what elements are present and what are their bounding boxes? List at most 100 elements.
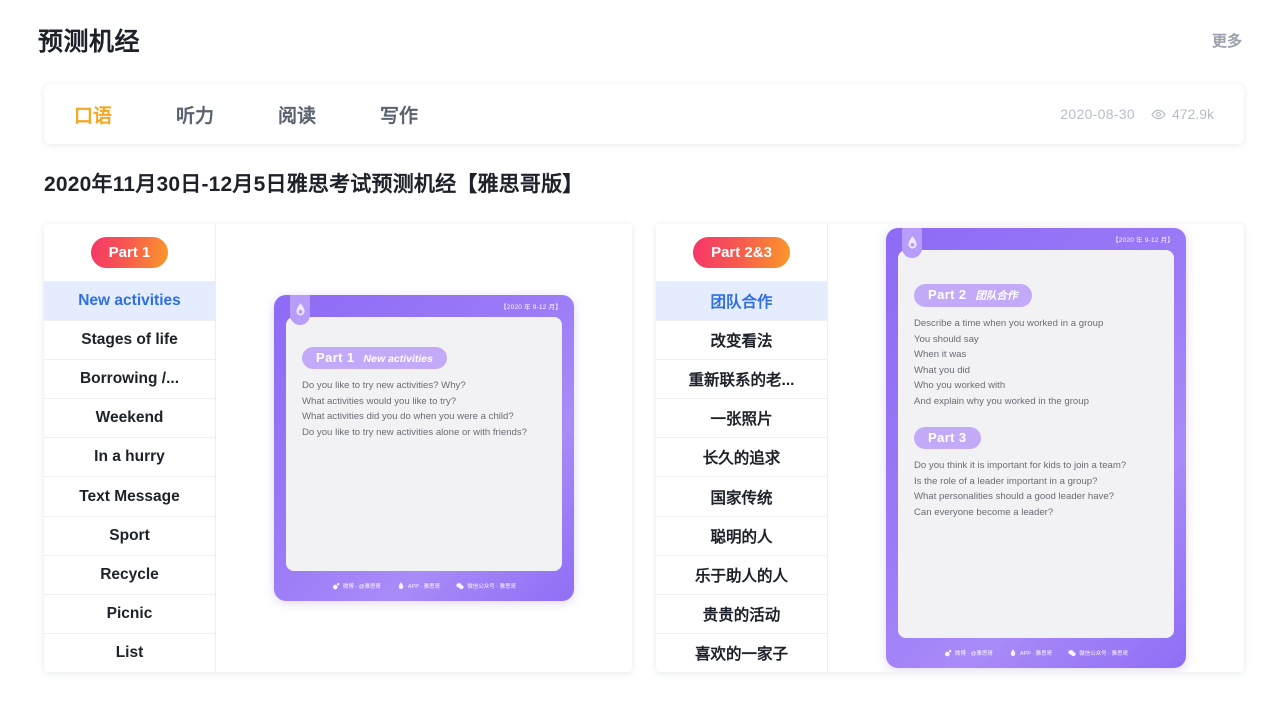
question-line: What activities would you like to try? <box>302 394 546 410</box>
question-line: What personalities should a good leader … <box>914 489 1158 505</box>
view-count: 472.9k <box>1151 106 1214 122</box>
card-footer: 微博 · @雅思哥 APP · 雅思哥 微信公众号 · 雅思哥 <box>274 571 574 601</box>
panel-body-part1: 【2020 年 9-12 月】 Part 1 New activities Do… <box>216 224 632 672</box>
part-badge-part23[interactable]: Part 2&3 <box>693 237 790 268</box>
question-line: Do you like to try new activities alone … <box>302 425 546 441</box>
card-part-topic: 团队合作 <box>976 288 1018 303</box>
badge-cell-part23: Part 2&3 <box>656 224 827 281</box>
wechat-icon <box>1068 649 1076 657</box>
category-tabbar: 口语 听力 阅读 写作 2020-08-30 472.9k <box>44 84 1244 144</box>
card-content: Part 1 New activities Do you like to try… <box>286 317 562 571</box>
more-link[interactable]: 更多 <box>1212 30 1242 51</box>
card-question-lines: Do you think it is important for kids to… <box>914 458 1158 520</box>
topic-item[interactable]: Borrowing /... <box>44 359 215 398</box>
card-footer: 微博 · @雅思哥 APP · 雅思哥 微信公众号 · 雅思哥 <box>886 638 1186 668</box>
footer-label: APP · 雅思哥 <box>1020 649 1052 657</box>
topic-item[interactable]: 聪明的人 <box>656 516 827 555</box>
footer-label: 微信公众号 · 雅思哥 <box>467 582 516 590</box>
card-question-lines: Do you like to try new activities? Why? … <box>302 378 546 440</box>
topic-item[interactable]: 国家传统 <box>656 476 827 515</box>
card-part-topic: New activities <box>364 353 433 365</box>
footer-weibo: 微博 · @雅思哥 <box>332 582 381 590</box>
topic-item[interactable]: Recycle <box>44 555 215 594</box>
topic-item[interactable]: 改变看法 <box>656 320 827 359</box>
panel-part1: Part 1 New activities Stages of life Bor… <box>44 224 632 672</box>
footer-label: 微博 · @雅思哥 <box>955 649 993 657</box>
topic-item[interactable]: New activities <box>44 281 215 320</box>
card-part-name: Part 2 <box>928 287 967 302</box>
tab-reading[interactable]: 阅读 <box>278 101 316 128</box>
question-card-part1[interactable]: 【2020 年 9-12 月】 Part 1 New activities Do… <box>274 295 574 601</box>
page-title: 预测机经 <box>38 22 140 58</box>
topic-item[interactable]: Text Message <box>44 476 215 515</box>
topic-item[interactable]: 团队合作 <box>656 281 827 320</box>
question-line: Describe a time when you worked in a gro… <box>914 316 1158 332</box>
card-question-lines: Describe a time when you worked in a gro… <box>914 316 1158 409</box>
card-content: Part 2 团队合作 Describe a time when you wor… <box>898 250 1174 638</box>
footer-app: APP · 雅思哥 <box>397 582 440 590</box>
topic-item[interactable]: 长久的追求 <box>656 437 827 476</box>
question-line: What you did <box>914 363 1158 379</box>
weibo-icon <box>332 582 340 590</box>
tab-writing[interactable]: 写作 <box>380 101 418 128</box>
card-part-pill: Part 1 New activities <box>302 347 447 369</box>
tab-speaking[interactable]: 口语 <box>74 101 112 128</box>
part-badge-part1[interactable]: Part 1 <box>91 237 169 268</box>
card-part-pill: Part 2 团队合作 <box>914 284 1032 307</box>
footer-weibo: 微博 · @雅思哥 <box>944 649 993 657</box>
publish-date: 2020-08-30 <box>1060 106 1135 122</box>
topic-list-part1: Part 1 New activities Stages of life Bor… <box>44 224 216 672</box>
topic-item[interactable]: Stages of life <box>44 320 215 359</box>
card-part-name: Part 3 <box>928 430 967 445</box>
topic-item[interactable]: 乐于助人的人 <box>656 555 827 594</box>
card-date-tag: 【2020 年 9-12 月】 <box>1112 234 1174 244</box>
footer-label: 微博 · @雅思哥 <box>343 582 381 590</box>
question-line: Do you think it is important for kids to… <box>914 458 1158 474</box>
topic-item[interactable]: 贵贵的活动 <box>656 594 827 633</box>
footer-label: APP · 雅思哥 <box>408 582 440 590</box>
panel-body-part23: 【2020 年 9-12 月】 Part 2 团队合作 Describe a t… <box>828 224 1244 672</box>
question-card-part23[interactable]: 【2020 年 9-12 月】 Part 2 团队合作 Describe a t… <box>886 228 1186 668</box>
card-top-bar: 【2020 年 9-12 月】 <box>274 295 574 317</box>
question-line: When it was <box>914 347 1158 363</box>
topic-item[interactable]: Sport <box>44 516 215 555</box>
badge-cell-part1: Part 1 <box>44 224 215 281</box>
topic-list-part23: Part 2&3 团队合作 改变看法 重新联系的老... 一张照片 长久的追求 … <box>656 224 828 672</box>
topic-item[interactable]: 重新联系的老... <box>656 359 827 398</box>
question-line: Who you worked with <box>914 378 1158 394</box>
card-part-name: Part 1 <box>316 350 355 365</box>
panel-part23: Part 2&3 团队合作 改变看法 重新联系的老... 一张照片 长久的追求 … <box>656 224 1244 672</box>
question-line: And explain why you worked in the group <box>914 394 1158 410</box>
footer-wechat: 微信公众号 · 雅思哥 <box>1068 649 1128 657</box>
article-meta: 2020-08-30 472.9k <box>1060 106 1244 122</box>
app-icon <box>1009 649 1017 657</box>
topic-item[interactable]: Picnic <box>44 594 215 633</box>
topic-item[interactable]: List <box>44 633 215 672</box>
water-drop-icon <box>902 228 922 258</box>
wechat-icon <box>456 582 464 590</box>
article-title: 2020年11月30日-12月5日雅思考试预测机经【雅思哥版】 <box>44 168 584 198</box>
question-line: What activities did you do when you were… <box>302 409 546 425</box>
eye-icon <box>1151 107 1166 122</box>
tab-list: 口语 听力 阅读 写作 <box>74 101 482 128</box>
tab-listening[interactable]: 听力 <box>176 101 214 128</box>
water-drop-icon <box>290 295 310 325</box>
card-date-tag: 【2020 年 9-12 月】 <box>500 301 562 311</box>
weibo-icon <box>944 649 952 657</box>
topic-item[interactable]: 喜欢的一家子 <box>656 633 827 672</box>
card-top-bar: 【2020 年 9-12 月】 <box>886 228 1186 250</box>
question-line: Do you like to try new activities? Why? <box>302 378 546 394</box>
topic-item[interactable]: 一张照片 <box>656 398 827 437</box>
question-line: You should say <box>914 332 1158 348</box>
topic-item[interactable]: Weekend <box>44 398 215 437</box>
page-header: 预测机经 更多 <box>0 0 1280 80</box>
question-line: Can everyone become a leader? <box>914 505 1158 521</box>
app-icon <box>397 582 405 590</box>
card-part-pill: Part 3 <box>914 427 981 449</box>
footer-label: 微信公众号 · 雅思哥 <box>1079 649 1128 657</box>
question-line: Is the role of a leader important in a g… <box>914 474 1158 490</box>
footer-app: APP · 雅思哥 <box>1009 649 1052 657</box>
topic-item[interactable]: In a hurry <box>44 437 215 476</box>
view-count-label: 472.9k <box>1172 106 1214 122</box>
footer-wechat: 微信公众号 · 雅思哥 <box>456 582 516 590</box>
